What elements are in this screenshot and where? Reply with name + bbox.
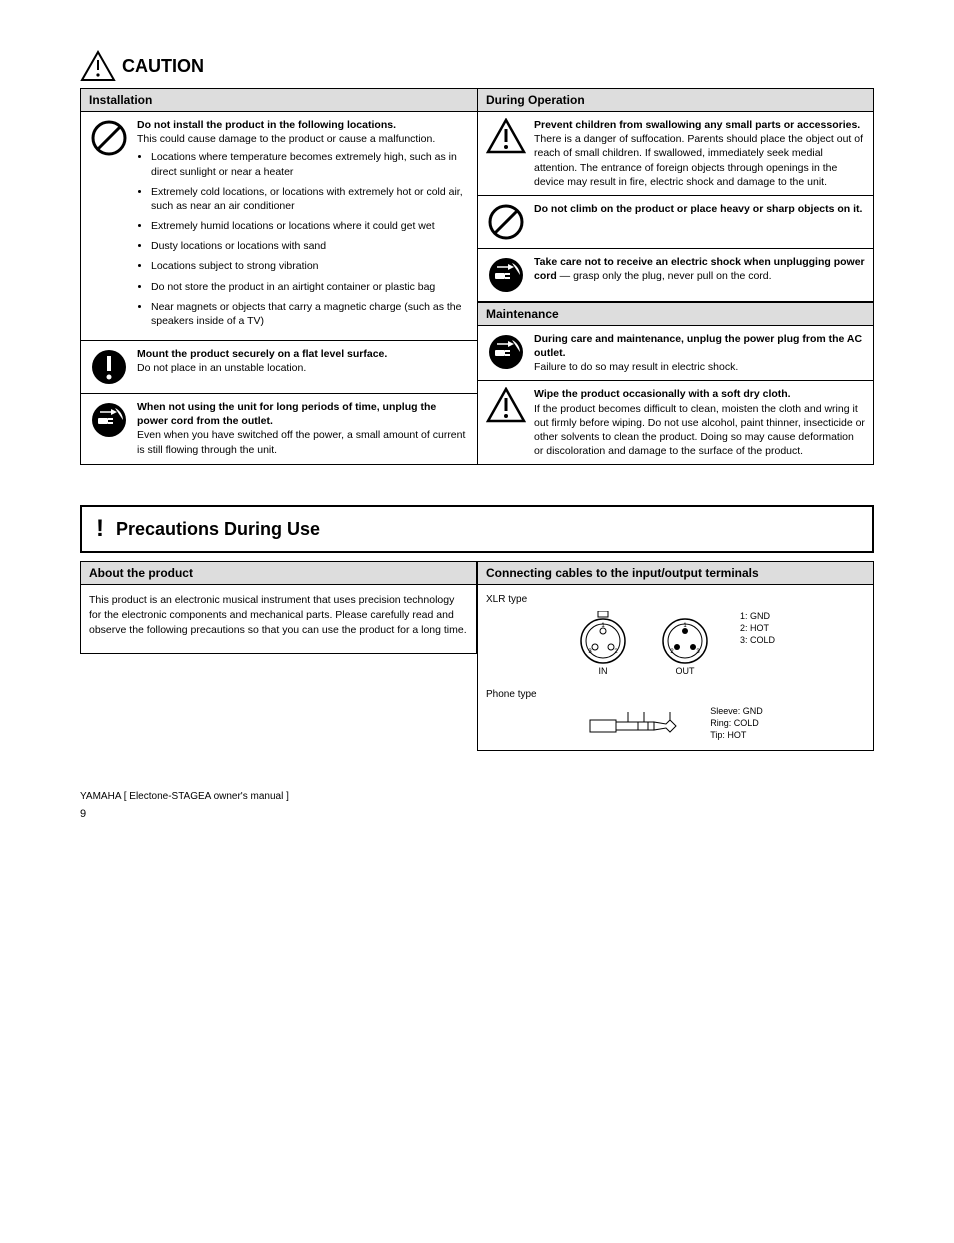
row-maint-unplug: During care and maintenance, unplug the … <box>478 326 873 382</box>
phone-jack-diagram <box>588 706 698 742</box>
list-item: Locations subject to strong vibration <box>151 259 469 273</box>
footer-brand: YAMAHA [ Electone-STAGEA owner's manual … <box>80 791 874 802</box>
xlr-in-diagram: 1 3 2 IN <box>576 611 630 678</box>
unplug-icon <box>89 400 129 457</box>
section-connecting-cables: Connecting cables to the input/output te… <box>478 562 873 585</box>
climb-text: Do not climb on the product or place hea… <box>534 202 865 242</box>
mandatory-icon <box>89 347 129 387</box>
mount-text: Mount the product securely on a flat lev… <box>137 347 469 387</box>
precautions-col-right: Connecting cables to the input/output te… <box>477 561 874 751</box>
precautions-banner: ! Precautions During Use <box>80 505 874 553</box>
row-shock: Take care not to receive an electric sho… <box>478 249 873 302</box>
page-number: 9 <box>80 808 874 820</box>
row-children-parts: Prevent children from swallowing any sma… <box>478 112 873 196</box>
caution-title: CAUTION <box>122 56 204 77</box>
xlr-out-diagram: 1 2 3 OUT <box>658 611 712 678</box>
precautions-title: Precautions During Use <box>116 519 320 540</box>
list-item: Do not store the product in an airtight … <box>151 280 469 294</box>
install-text: Do not install the product in the follow… <box>137 118 469 334</box>
exclamation-icon: ! <box>96 515 106 543</box>
phone-pinout: Sleeve: GND Ring: COLD Tip: HOT <box>710 706 763 741</box>
warning-triangle-icon <box>80 50 116 82</box>
row-wipe: Wipe the product occasionally with a sof… <box>478 381 873 464</box>
section-about-product: About the product <box>81 562 476 585</box>
wipe-text: Wipe the product occasionally with a sof… <box>534 387 865 458</box>
caution-header: CAUTION <box>80 50 874 82</box>
precautions-columns: About the product This product is an ele… <box>80 561 874 751</box>
list-item: Near magnets or objects that carry a mag… <box>151 300 469 328</box>
xlr-type-label: XLR type <box>486 593 865 607</box>
about-product-text: This product is an electronic musical in… <box>81 585 476 653</box>
maint-text: During care and maintenance, unplug the … <box>534 332 865 375</box>
section-maintenance: Maintenance <box>478 302 873 326</box>
list-item: Locations where temperature becomes extr… <box>151 150 469 178</box>
list-item: Dusty locations or locations with sand <box>151 239 469 253</box>
list-item: Extremely humid locations or locations w… <box>151 219 469 233</box>
install-list: Locations where temperature becomes extr… <box>137 150 469 328</box>
xlr-pinout: 1: GND 2: HOT 3: COLD <box>740 611 775 646</box>
row-install-locations: Do not install the product in the follow… <box>81 112 477 341</box>
caution-col-left: Installation Do not install the product … <box>81 89 477 464</box>
warning-triangle-icon <box>486 118 526 189</box>
caution-table: Installation Do not install the product … <box>80 88 874 465</box>
row-climb: Do not climb on the product or place hea… <box>478 196 873 249</box>
phone-type-label: Phone type <box>486 688 865 702</box>
section-installation: Installation <box>81 89 477 112</box>
connecting-body: XLR type 1 3 2 <box>478 585 873 750</box>
children-text: Prevent children from swallowing any sma… <box>534 118 865 189</box>
list-item: Extremely cold locations, or locations w… <box>151 185 469 213</box>
row-unplug: When not using the unit for long periods… <box>81 394 477 463</box>
page-footer: YAMAHA [ Electone-STAGEA owner's manual … <box>80 791 874 802</box>
prohibit-icon <box>89 118 129 334</box>
row-mount: Mount the product securely on a flat lev… <box>81 341 477 394</box>
prohibit-icon <box>486 202 526 242</box>
shock-text: Take care not to receive an electric sho… <box>534 255 865 295</box>
precautions-col-left: About the product This product is an ele… <box>80 561 477 751</box>
unplug-text: When not using the unit for long periods… <box>137 400 469 457</box>
caution-col-right: During Operation Prevent children from s… <box>477 89 873 464</box>
unplug-icon <box>486 255 526 295</box>
section-operation: During Operation <box>478 89 873 112</box>
unplug-icon <box>486 332 526 375</box>
warning-triangle-icon <box>486 387 526 458</box>
